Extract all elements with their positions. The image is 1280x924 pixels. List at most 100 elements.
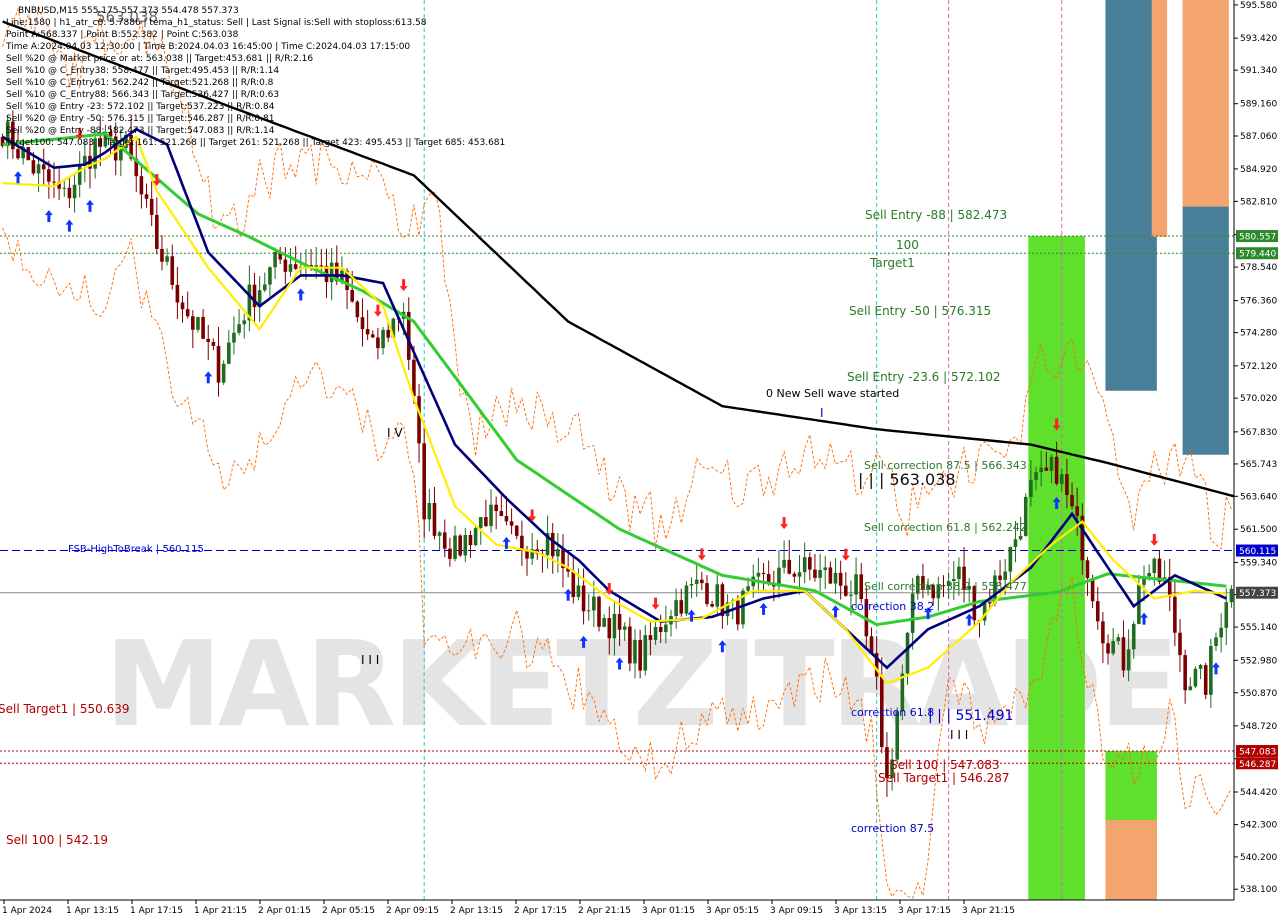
- candle-body-133: [684, 585, 689, 614]
- candle-body-208: [1070, 495, 1074, 507]
- time-tick-label-2: 1 Apr 17:15: [130, 906, 183, 916]
- sell-correction-382-label: Sell correction 38.2 | 558.477: [864, 580, 1027, 593]
- candle-body-138: [710, 604, 714, 607]
- price-tick-label-7: 552.980: [1240, 656, 1277, 666]
- candle-body-230: [1183, 655, 1187, 691]
- candle-body-31: [160, 248, 164, 262]
- candle-body-202: [1039, 467, 1043, 473]
- info-line-9: Sell %20 @ Entry -50: 576.315 || Target:…: [6, 114, 274, 124]
- candle-body-219: [1126, 649, 1131, 671]
- candle-body-234: [1203, 665, 1208, 695]
- sell-correction-618-label: Sell correction 61.8 | 562.242: [864, 521, 1027, 534]
- candle-body-148: [761, 572, 766, 575]
- candle-body-83: [427, 503, 432, 520]
- candle-body-186: [957, 566, 961, 580]
- candle-body-116: [597, 596, 601, 627]
- level-100-label: 100: [896, 238, 919, 252]
- candle-body-100: [514, 525, 519, 536]
- sell-100-left-label: Sell 100 | 542.19: [6, 833, 108, 847]
- candle-body-120: [617, 613, 622, 630]
- price-tag-label-2: 560.115: [1239, 547, 1276, 557]
- candle-body-53: [273, 252, 277, 268]
- candle-body-163: [838, 572, 843, 586]
- candle-body-74: [381, 329, 385, 349]
- candle-body-62: [319, 265, 324, 267]
- candle-body-204: [1049, 456, 1054, 471]
- time-tick-label-0: 1 Apr 2024: [2, 906, 52, 916]
- info-line-5: Sell %10 @ C_Entry38: 558.477 || Target:…: [6, 66, 279, 76]
- price-tick-label-2: 542.300: [1240, 821, 1277, 831]
- wave-marker-iv: I V: [387, 426, 403, 440]
- info-line-11: Target100: 547.083 || Target 161: 521.26…: [5, 138, 505, 148]
- candle-body-233: [1198, 665, 1203, 669]
- candle-body-235: [1209, 645, 1213, 695]
- candle-body-223: [1147, 573, 1151, 577]
- candle-body-55: [283, 259, 288, 272]
- price-tick-label-14: 567.830: [1240, 428, 1277, 438]
- candle-body-81: [417, 396, 421, 444]
- candle-body-220: [1131, 623, 1136, 650]
- candle-body-68: [350, 290, 355, 302]
- candle-body-86: [442, 532, 447, 549]
- candle-body-215: [1106, 643, 1110, 654]
- candle-body-161: [828, 567, 833, 584]
- low-price-label: | | | 551.491: [928, 708, 1013, 724]
- time-tick-label-3: 1 Apr 21:15: [194, 906, 247, 916]
- candle-body-7: [36, 164, 41, 174]
- candle-body-72: [370, 334, 375, 338]
- price-tick-label-12: 563.640: [1240, 492, 1277, 502]
- candle-body-232: [1193, 668, 1198, 687]
- candle-body-160: [823, 567, 828, 570]
- time-tick-label-8: 2 Apr 17:15: [514, 906, 567, 916]
- info-line-2: Point A:568.337 | Point B:552.382 | Poin…: [6, 30, 239, 40]
- candle-body-111: [571, 571, 576, 598]
- candle-body-8: [41, 164, 46, 170]
- candle-body-37: [191, 316, 195, 330]
- candle-body-124: [638, 640, 642, 671]
- price-tick-label-25: 591.340: [1240, 66, 1277, 76]
- candle-body-155: [797, 572, 802, 577]
- price-tick-label-10: 559.340: [1240, 558, 1277, 568]
- candle-body-30: [155, 214, 159, 249]
- wave-marker-iii-b: I I I: [950, 728, 968, 742]
- time-axis: 1 Apr 2024 1 Apr 13:15 1 Apr 17:15 1 Apr 21…: [0, 899, 1280, 920]
- candle-body-238: [1224, 602, 1229, 628]
- candle-body-9: [47, 169, 51, 182]
- candle-body-71: [365, 329, 370, 335]
- candle-body-136: [700, 579, 704, 584]
- sell-100-label: Sell 100 | 547.083: [890, 758, 1000, 772]
- candle-body-214: [1101, 621, 1105, 644]
- candle-body-165: [849, 594, 853, 596]
- candle-body-80: [412, 359, 416, 397]
- candle-body-115: [592, 596, 596, 611]
- correction-618-label: correction 61.8: [851, 706, 934, 719]
- price-tick-label-1: 540.200: [1240, 853, 1277, 863]
- candle-body-114: [586, 610, 591, 612]
- candle-body-229: [1178, 632, 1182, 656]
- candle-body-195: [1003, 571, 1007, 580]
- price-tick-label-16: 572.120: [1240, 362, 1277, 372]
- info-line-4: Sell %20 @ Market price or at: 563.038 |…: [6, 54, 313, 64]
- candle-body-128: [658, 627, 663, 633]
- candle-body-197: [1013, 539, 1018, 547]
- candle-body-99: [509, 521, 514, 526]
- candle-body-119: [612, 613, 617, 639]
- info-line-6: Sell %10 @ C_Entry61: 562.242 || Target:…: [6, 78, 274, 88]
- zone-0: [1028, 236, 1085, 901]
- info-line-1: Line:1580 | h1_atr_c0: 5.7886 | tema_h1_…: [6, 18, 427, 28]
- candle-body-36: [185, 309, 190, 317]
- price-tick-label-21: 582.810: [1240, 197, 1277, 207]
- price-tick-label-5: 548.720: [1240, 722, 1277, 732]
- candle-body-153: [787, 559, 792, 574]
- price-chart[interactable]: MARKETZITRADE FSB-HighToBreak | 560.115 …: [0, 0, 1280, 920]
- candle-body-73: [376, 337, 380, 349]
- candle-body-87: [448, 548, 452, 559]
- candle-body-10: [52, 181, 56, 183]
- candle-body-97: [499, 511, 504, 517]
- candle-body-57: [293, 264, 298, 269]
- candle-body-159: [818, 569, 822, 578]
- price-tick-label-8: 555.140: [1240, 623, 1277, 633]
- candle-body-94: [484, 517, 488, 527]
- candle-body-158: [813, 569, 817, 578]
- candle-body-44: [227, 342, 231, 364]
